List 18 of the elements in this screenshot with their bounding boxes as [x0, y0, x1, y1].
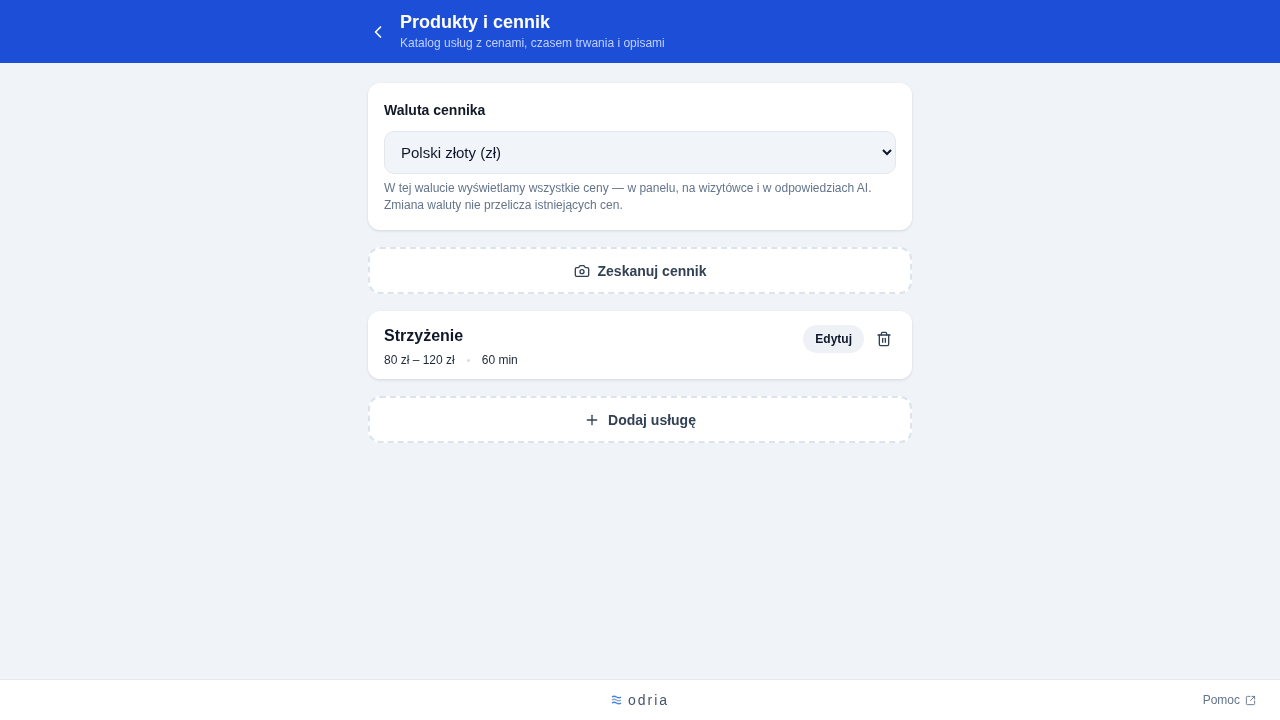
logo-wordmark: odria	[627, 692, 670, 708]
external-link-icon	[1245, 694, 1256, 706]
field-label: Waluta cennika	[384, 101, 487, 120]
help-link[interactable]: Pomoc	[1202, 693, 1256, 707]
logo-icon	[610, 695, 622, 705]
separator-dot-icon	[466, 358, 470, 362]
service-name: Strzyżenie	[384, 326, 465, 346]
service-duration: 60 min	[481, 352, 518, 368]
service-price: 80 zł – 120 zł	[384, 352, 455, 368]
help-text: W tej walucie wyświetlamy wszystkie ceny — w panelu, na wizytówce i w odpowiedziach AI. Zmiana waluty nie przelicza istniejących cen.	[384, 180, 873, 214]
page-subtitle: Katalog usług z cenami, czasem trwania i opisami	[400, 36, 665, 50]
currency-select[interactable]: Polski złoty (zł)	[384, 131, 896, 174]
page-title: Produkty i cennik	[400, 11, 552, 33]
trash-icon	[876, 331, 892, 347]
scan-button[interactable]: Zeskanuj cennik	[368, 247, 912, 294]
edit-button[interactable]: Edytuj	[803, 325, 864, 353]
camera-icon	[573, 262, 590, 279]
add-service-button[interactable]: Dodaj usługę	[368, 396, 912, 443]
